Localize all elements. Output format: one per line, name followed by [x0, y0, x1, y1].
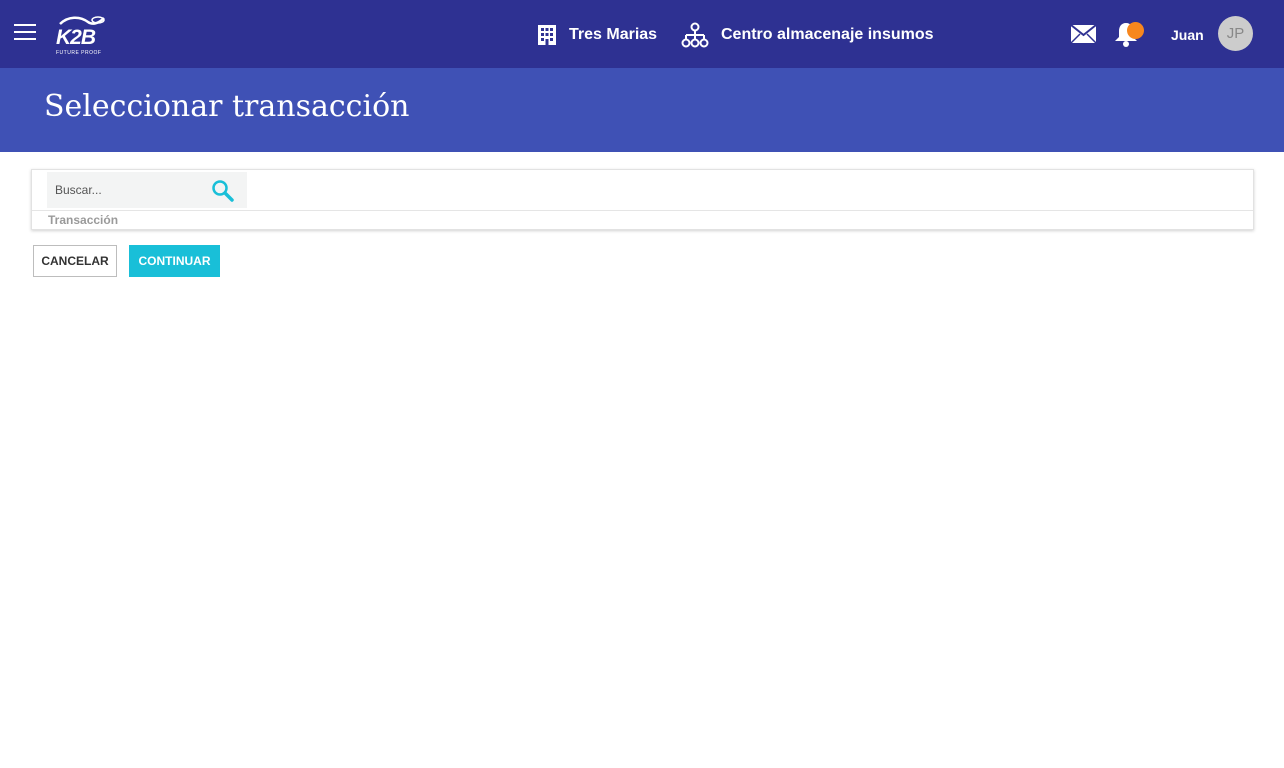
- notification-badge: [1127, 22, 1144, 39]
- grid-divider: [32, 210, 1253, 211]
- search-box: [47, 172, 247, 208]
- transaction-grid: Transacción: [31, 169, 1254, 230]
- unit-selector[interactable]: Centro almacenaje insumos: [681, 22, 934, 48]
- cancel-button[interactable]: CANCELAR: [33, 245, 117, 277]
- logo-tagline: FUTURE PROOF: [56, 50, 102, 56]
- column-header-transaccion[interactable]: Transacción: [48, 213, 118, 227]
- search-input[interactable]: [47, 172, 207, 208]
- user-name[interactable]: Juan: [1171, 27, 1204, 43]
- logo-text: K2B: [56, 26, 96, 49]
- page-title: Seleccionar transacción: [44, 89, 410, 124]
- continue-button[interactable]: CONTINUAR: [129, 245, 220, 277]
- title-bar: Seleccionar transacción: [0, 68, 1284, 152]
- company-selector[interactable]: Tres Marias: [537, 22, 657, 48]
- search-icon[interactable]: [211, 179, 235, 203]
- avatar[interactable]: JP: [1218, 16, 1253, 51]
- org-chart-icon: [681, 22, 709, 48]
- unit-name: Centro almacenaje insumos: [721, 26, 934, 43]
- company-name: Tres Marias: [569, 26, 658, 43]
- k2b-logo[interactable]: K2B FUTURE PROOF: [54, 14, 108, 58]
- envelope-icon[interactable]: [1070, 24, 1097, 44]
- hamburger-menu-icon[interactable]: [13, 24, 37, 44]
- top-bar: K2B FUTURE PROOF Tres Marias Centro alma…: [0, 0, 1284, 68]
- building-icon: [538, 25, 556, 45]
